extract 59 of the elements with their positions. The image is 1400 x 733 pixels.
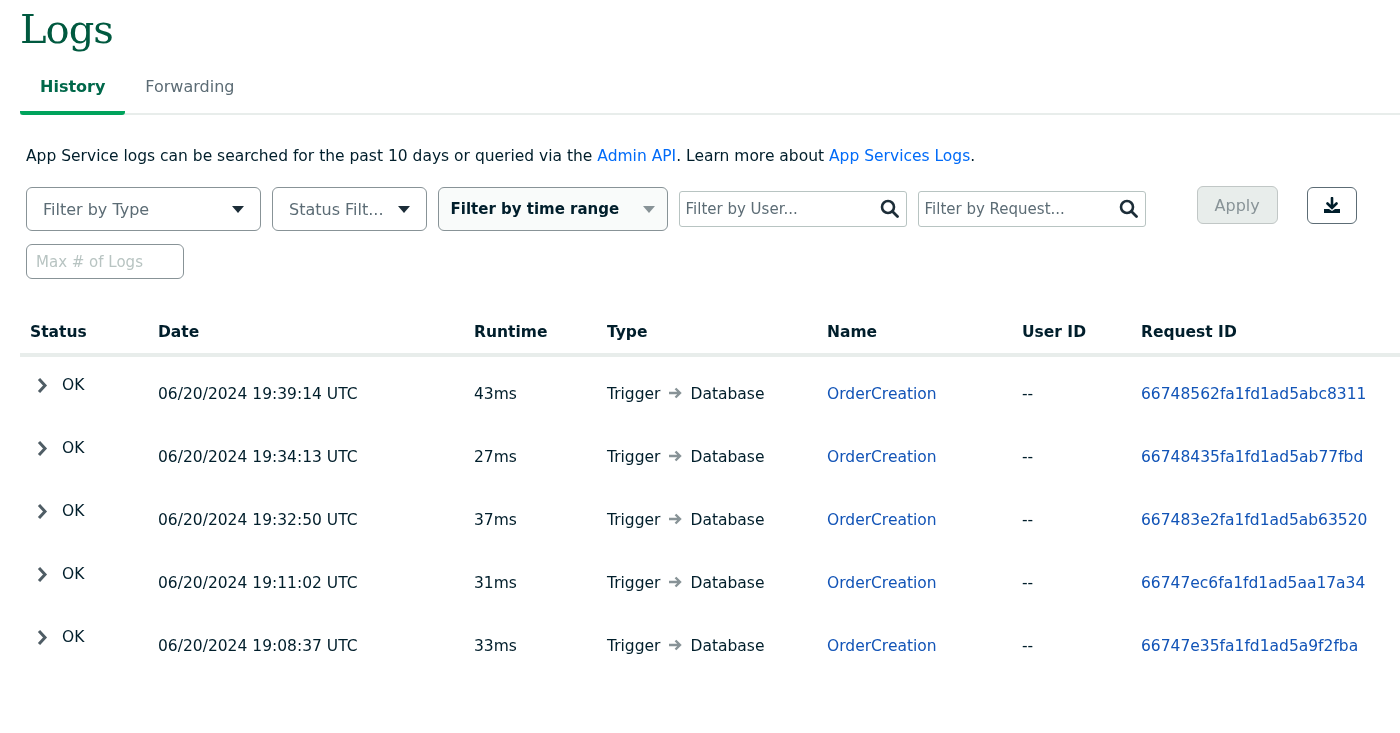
description-text: App Service logs can be searched for the past 10 days or queried via the Admin API. Learn more about App Services Logs. [26,147,977,165]
request-id-link[interactable]: 66747e35fa1fd1ad5a9f2fba [1141,637,1359,655]
tab[interactable]: History [20,68,126,115]
column-header: Type [606,323,649,343]
request-id-link[interactable]: 66748435fa1fd1ad5ab77fbd [1141,448,1364,466]
status-text: OK [62,502,85,520]
type-text: Database [690,448,765,466]
search-field[interactable]: Filter by Request... [917,191,1146,227]
user-id-cell-text: -- [1021,384,1035,405]
type-text: Trigger [607,574,661,592]
type-text: Trigger [607,511,661,529]
status-text: OK [62,565,85,583]
request-id-link[interactable]: 667483e2fa1fd1ad5ab63520 [1141,511,1368,529]
type-text: Trigger [607,448,661,466]
name-link[interactable]: OrderCreation [827,637,937,655]
column-header: Date [157,323,201,343]
runtime-cell-text: 27ms [473,447,518,468]
status-text: OK [62,628,85,646]
filter-dropdown[interactable]: Status Filt... [272,187,427,231]
date-cell-text: 06/20/2024 19:11:02 UTC [157,573,359,594]
date-cell-text: 06/20/2024 19:08:37 UTC [157,636,359,657]
status-text: OK [62,376,85,394]
page-title: Logs [20,5,114,54]
runtime-cell-text: 33ms [473,636,518,657]
user-id-cell-text: -- [1021,636,1035,657]
type-text: Trigger [607,385,661,403]
user-id-cell-text: -- [1021,573,1035,594]
filter-dropdown[interactable]: Filter by Type [26,187,261,231]
name-link[interactable]: OrderCreation [827,574,937,592]
date-cell-text: 06/20/2024 19:34:13 UTC [157,447,359,468]
type-text: Database [690,574,765,592]
column-header: Name [826,323,879,343]
date-cell-text: 06/20/2024 19:32:50 UTC [157,510,359,531]
column-header: Status [29,323,88,343]
link[interactable]: App Services Logs [829,147,971,165]
column-header: Runtime [473,323,549,343]
search-field[interactable]: Filter by User... [678,191,907,227]
request-id-link[interactable]: 66747ec6fa1fd1ad5aa17a34 [1141,574,1366,592]
tab[interactable]: Forwarding [125,68,255,115]
status-text: OK [62,439,85,457]
request-id-link[interactable]: 66748562fa1fd1ad5abc8311 [1141,385,1367,403]
type-text: Database [690,385,765,403]
name-link[interactable]: OrderCreation [827,385,937,403]
name-link[interactable]: OrderCreation [827,448,937,466]
column-header: User ID [1021,323,1087,343]
user-id-cell-text: -- [1021,510,1035,531]
link[interactable]: Admin API [597,147,677,165]
filter-dropdown[interactable]: Filter by time range [437,187,668,231]
type-text: Trigger [607,637,661,655]
type-text: Database [690,511,765,529]
column-header: Request ID [1140,323,1238,343]
name-link[interactable]: OrderCreation [827,511,937,529]
runtime-cell-text: 37ms [473,510,518,531]
runtime-cell-text: 31ms [473,573,518,594]
max-logs-field[interactable]: Max # of Logs [26,244,184,279]
type-text: Database [690,637,765,655]
runtime-cell-text: 43ms [473,384,518,405]
user-id-cell-text: -- [1021,447,1035,468]
date-cell-text: 06/20/2024 19:39:14 UTC [157,384,359,405]
